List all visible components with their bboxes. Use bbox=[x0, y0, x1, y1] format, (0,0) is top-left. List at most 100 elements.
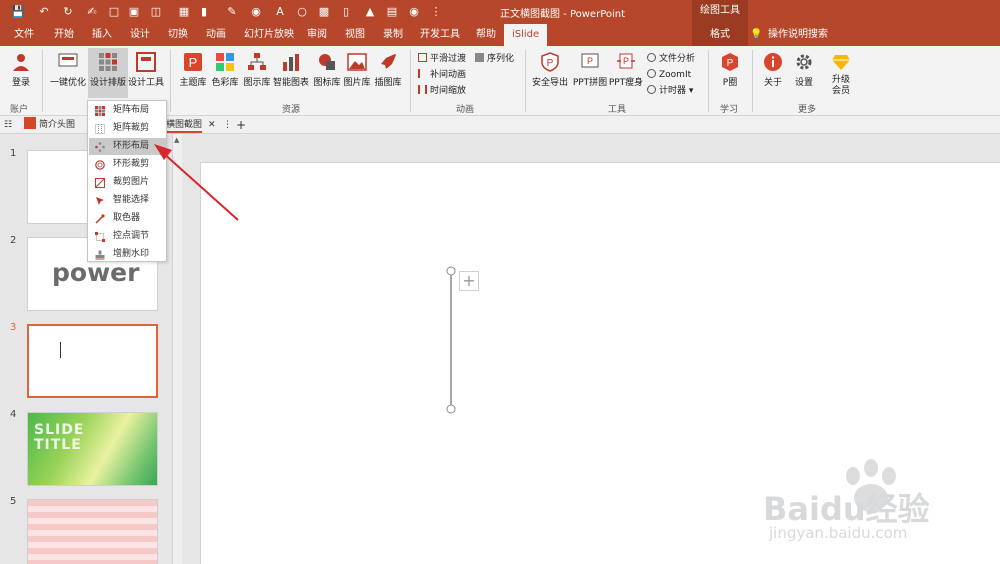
tab-design[interactable]: 设计 bbox=[128, 24, 152, 46]
one-click-optimize-button[interactable]: 一键优化 bbox=[48, 52, 88, 88]
save-icon[interactable]: 💾 bbox=[10, 4, 26, 20]
menu-item-matrix-layout[interactable]: 矩阵布局 bbox=[89, 102, 166, 119]
p-circle-button[interactable]: P P圈 bbox=[716, 52, 744, 88]
doc-tab-intro[interactable]: 简介头图 bbox=[24, 117, 75, 133]
bar-chart-icon bbox=[281, 52, 301, 72]
transition-icon bbox=[418, 53, 427, 62]
selected-line-shape[interactable] bbox=[441, 263, 541, 423]
tab-developer[interactable]: 开发工具 bbox=[418, 24, 462, 46]
open-folder-icon[interactable]: ◫ bbox=[148, 4, 164, 20]
picture-library-icon bbox=[347, 52, 367, 72]
timer-button[interactable]: 计时器 ▾ bbox=[647, 84, 693, 98]
pin-icon[interactable]: ☷ bbox=[4, 117, 18, 133]
time-zoom-button[interactable]: 时间缩放 bbox=[418, 84, 466, 98]
file-analysis-button[interactable]: 文件分析 bbox=[647, 52, 695, 66]
thumb-cursor-line bbox=[60, 342, 61, 358]
login-button[interactable]: 登录 bbox=[8, 52, 34, 88]
slide-thumbnail-3[interactable] bbox=[27, 324, 158, 398]
redo-icon[interactable]: ↻ bbox=[60, 4, 76, 20]
thumb-slide-title-text: SLIDE TITLE bbox=[34, 422, 85, 453]
theme-library-button[interactable]: P 主题库 bbox=[178, 52, 208, 88]
design-tools-button[interactable]: 设计工具 bbox=[128, 52, 164, 88]
svg-text:P: P bbox=[547, 58, 554, 69]
smooth-transition-button[interactable]: 平滑过渡 bbox=[418, 52, 466, 66]
separator bbox=[525, 50, 526, 112]
pen-icon[interactable]: ✎ bbox=[224, 4, 240, 20]
svg-text:P: P bbox=[727, 58, 734, 69]
watermark-url: jingyan.baidu.com bbox=[769, 524, 908, 542]
slide-number: 1 bbox=[10, 148, 17, 159]
align-icon[interactable]: ▮ bbox=[196, 4, 212, 20]
slide-number: 3 bbox=[10, 322, 17, 333]
baidu-jingyan-watermark: Baidu经验 jingyan.baidu.com bbox=[763, 458, 993, 548]
crop-icon[interactable]: ▩ bbox=[316, 4, 332, 20]
tab-help[interactable]: 帮助 bbox=[474, 24, 498, 46]
diamond-icon bbox=[831, 52, 851, 72]
color-library-button[interactable]: 色彩库 bbox=[210, 52, 240, 88]
ppt-puzzle-button[interactable]: P PPT拼图 bbox=[572, 52, 608, 88]
tab-islide[interactable]: iSlide bbox=[504, 24, 548, 46]
picture-library-button[interactable]: 图片库 bbox=[342, 52, 372, 88]
menu-item-watermark[interactable]: 增删水印 bbox=[89, 246, 166, 263]
tab-review[interactable]: 审阅 bbox=[305, 24, 329, 46]
slides-icon[interactable]: ▤ bbox=[384, 4, 400, 20]
preview-icon[interactable]: ▣ bbox=[126, 4, 142, 20]
about-button[interactable]: 关于 bbox=[760, 52, 786, 88]
slide-thumbnail-5[interactable] bbox=[27, 499, 158, 564]
window-title: 正文横图截图 - PowerPoint bbox=[500, 9, 626, 20]
fill-icon[interactable]: ◉ bbox=[248, 4, 264, 20]
diagram-library-button[interactable]: 图示库 bbox=[242, 52, 272, 88]
tab-transitions[interactable]: 切换 bbox=[166, 24, 190, 46]
clock-icon bbox=[647, 85, 656, 94]
grid-icon[interactable]: ▦ bbox=[176, 4, 192, 20]
separator bbox=[752, 50, 753, 112]
tab-animations[interactable]: 动画 bbox=[204, 24, 228, 46]
menu-item-handle-adjust[interactable]: 控点调节 bbox=[89, 228, 166, 245]
format-painter-icon[interactable]: ✍ bbox=[84, 4, 100, 20]
tab-format[interactable]: 格式 bbox=[692, 24, 748, 46]
shape-icon[interactable]: ◉ bbox=[406, 4, 422, 20]
handle-adjust-icon bbox=[95, 232, 105, 242]
export-icon: P bbox=[540, 52, 560, 72]
matrix-crop-icon bbox=[95, 124, 105, 134]
tween-animation-button[interactable]: 补间动画 bbox=[418, 68, 466, 82]
tell-me-search[interactable]: 操作说明搜索 bbox=[766, 24, 830, 46]
info-icon bbox=[763, 52, 783, 72]
icon-library-button[interactable]: 图标库 bbox=[312, 52, 342, 88]
chart-icon[interactable]: ▯ bbox=[338, 4, 354, 20]
p-circle-icon: P bbox=[720, 52, 740, 72]
stamp-icon[interactable]: ▲ bbox=[362, 4, 378, 20]
slide-number: 5 bbox=[10, 496, 17, 507]
separator bbox=[170, 50, 171, 112]
slide-thumbnail-4[interactable]: SLIDE TITLE bbox=[27, 412, 158, 486]
stamp-icon bbox=[95, 250, 105, 260]
smart-chart-button[interactable]: 智能图表 bbox=[272, 52, 310, 88]
layout-options-plus-icon[interactable]: + bbox=[459, 271, 479, 291]
tab-home[interactable]: 开始 bbox=[52, 24, 76, 46]
safe-export-button[interactable]: P 安全导出 bbox=[530, 52, 570, 88]
upgrade-member-button[interactable]: 升级会员 bbox=[826, 52, 856, 97]
tab-slideshow[interactable]: 幻灯片放映 bbox=[242, 24, 296, 46]
slim-icon: P bbox=[616, 52, 636, 72]
sequence-button[interactable]: 序列化 bbox=[475, 52, 514, 66]
gear-icon bbox=[794, 52, 814, 72]
tab-file[interactable]: 文件 bbox=[12, 24, 36, 46]
more-icon[interactable]: ⋮ bbox=[428, 4, 444, 20]
new-file-icon[interactable]: □ bbox=[106, 4, 122, 20]
font-color-icon[interactable]: A bbox=[272, 4, 288, 20]
tab-view[interactable]: 视图 bbox=[343, 24, 367, 46]
undo-icon[interactable]: ↶ bbox=[36, 4, 52, 20]
zoomit-button[interactable]: ZoomIt bbox=[647, 68, 691, 82]
lightbulb-icon[interactable]: 💡 bbox=[748, 24, 764, 46]
crop-image-icon bbox=[95, 178, 105, 188]
svg-text:P: P bbox=[189, 55, 198, 70]
design-layout-button[interactable]: 设计排版 bbox=[88, 48, 128, 98]
ppt-slim-button[interactable]: P PPT瘦身 bbox=[608, 52, 644, 88]
illustration-library-button[interactable]: 插图库 bbox=[372, 52, 404, 88]
more-group-label: 更多 bbox=[798, 105, 817, 115]
tab-insert[interactable]: 插入 bbox=[90, 24, 114, 46]
design-tools-icon bbox=[136, 52, 156, 72]
tab-record[interactable]: 录制 bbox=[381, 24, 405, 46]
settings-button[interactable]: 设置 bbox=[790, 52, 818, 88]
circle-icon[interactable]: ○ bbox=[294, 4, 310, 20]
